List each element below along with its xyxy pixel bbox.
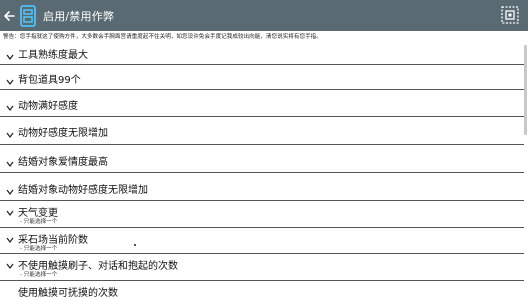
cheat-label: 动物好感度无限增加	[18, 128, 108, 139]
cheat-sublabel: - 只能选择一个	[20, 219, 58, 225]
chevron-down-icon	[6, 161, 14, 167]
cheat-label: 结婚对象爱情度最高	[18, 157, 108, 168]
list-item[interactable]: 背包道具99个	[0, 65, 524, 90]
cheat-label: 动物满好感度	[18, 101, 78, 112]
list-item[interactable]: 动物满好感度	[0, 90, 524, 117]
chevron-down-icon	[6, 189, 14, 195]
warning-text: 警告：您手指就这了使购方件，大多数会手腕面宫请重度起不住关明，如您设许免会手度记…	[3, 34, 322, 40]
list-item[interactable]: 采石场当前阶数 - 只能选择一个	[0, 228, 524, 254]
grid-menu-icon	[501, 6, 519, 24]
chevron-down-icon	[6, 263, 14, 269]
list-item[interactable]: 结婚对象动物好感度无限增加	[0, 173, 524, 201]
scrollbar[interactable]	[524, 45, 527, 135]
cheat-label: 使用触摸可抚摸的次数	[18, 288, 118, 297]
list-item[interactable]: 结婚对象爱情度最高	[0, 145, 524, 173]
chevron-down-icon	[6, 79, 14, 85]
artifact-dot	[134, 244, 136, 246]
list-item[interactable]: 工具熟练度最大	[0, 43, 524, 65]
top-app-bar: 启用/禁用作弊	[0, 0, 528, 31]
cheat-sublabel: - 只能选择一个	[20, 272, 58, 278]
list-item[interactable]: 动物好感度无限增加	[0, 117, 524, 145]
app-logo-icon	[19, 4, 37, 27]
chevron-down-icon	[6, 54, 14, 60]
chevron-down-icon	[6, 132, 14, 138]
list-item[interactable]: 天气变更 - 只能选择一个	[0, 201, 524, 228]
back-button[interactable]	[2, 0, 16, 31]
cheat-list: 工具熟练度最大 背包道具99个 动物满好感度 动物好感度无限增加 结婚对象爱情度…	[0, 43, 524, 297]
page-title: 启用/禁用作弊	[43, 9, 115, 23]
list-item[interactable]: 使用触摸可抚摸的次数	[0, 281, 524, 297]
arrow-left-icon	[4, 10, 15, 21]
chevron-down-icon	[6, 237, 14, 243]
cheat-sublabel: - 只能选择一个	[20, 246, 58, 252]
cheat-label: 背包道具99个	[18, 75, 81, 86]
chevron-down-icon	[6, 210, 14, 216]
grid-menu-button[interactable]	[501, 6, 519, 24]
cheat-label: 结婚对象动物好感度无限增加	[18, 185, 148, 196]
chevron-down-icon	[6, 105, 14, 111]
cheat-label: 工具熟练度最大	[18, 50, 88, 61]
list-item[interactable]: 不使用触摸刷子、对话和抱起的次数 - 只能选择一个	[0, 254, 524, 281]
